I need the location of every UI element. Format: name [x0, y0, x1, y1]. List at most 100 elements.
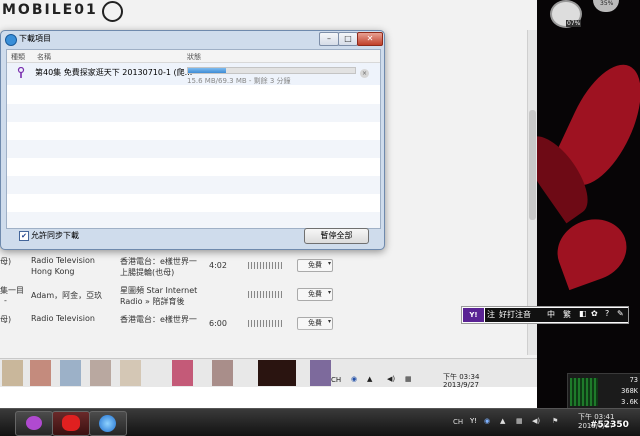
row-artist: Adam，阿金，亞玖	[31, 291, 103, 300]
empty-row	[7, 140, 380, 158]
row-artist: Radio Television	[31, 256, 95, 265]
messenger-icon	[26, 416, 42, 430]
cancel-download-button[interactable]: ×	[360, 69, 369, 78]
empty-row	[7, 122, 380, 140]
pause-all-button[interactable]: 暫停全部	[304, 228, 369, 244]
ime-mode-bar[interactable]: 注 好打注音 中 繁 ◧ ✿ ? ✎	[485, 308, 628, 322]
popularity-bar	[248, 291, 282, 298]
taskbar-app-button[interactable]	[52, 411, 90, 436]
maximize-icon: □	[344, 34, 352, 43]
network-meter-gadget[interactable]: 73 368K 3.6K	[567, 373, 640, 411]
download-progress-bar	[187, 67, 356, 74]
downloads-list[interactable]: 種類 名稱 狀態 第40集 免費探家逛天下 20130710-1 (爬... 1…	[6, 49, 381, 229]
ime-traditional-toggle[interactable]: 繁	[563, 309, 571, 320]
row-artist-line2: Hong Kong	[31, 267, 75, 276]
row-prefix: 母)	[0, 257, 12, 266]
dropdown-icon[interactable]: ▾	[328, 289, 331, 296]
network-icon[interactable]: ▦	[405, 375, 412, 383]
yahoo-ime-icon[interactable]: Y!	[470, 417, 477, 425]
volume-icon[interactable]: ◀)	[387, 375, 395, 383]
ime-toolbar[interactable]: Y! 注 好打注音 中 繁 ◧ ✿ ? ✎	[461, 306, 629, 324]
download-progress-fill	[188, 68, 226, 73]
list-item[interactable]: 集一目 - Adam，阿金，亞玖 星圖頻 Star Internet Radio…	[0, 283, 527, 311]
sync-label[interactable]: 允許同步下載	[31, 230, 79, 241]
list-header: 種類 名稱 狀態	[7, 50, 380, 63]
download-progress-text: 15.6 MB/69.3 MB - 剩餘 3 分鐘	[187, 77, 291, 85]
network-value: 73	[629, 376, 638, 384]
ime-chinese-toggle[interactable]: 中	[547, 309, 555, 320]
row-prefix: 母)	[0, 315, 12, 324]
network-graph	[570, 378, 598, 406]
column-kind[interactable]: 種類	[11, 52, 25, 62]
empty-row	[7, 86, 380, 104]
artwork-thumbnail[interactable]	[212, 360, 233, 386]
row-prefix-line2: -	[4, 296, 7, 305]
row-artist: Radio Television	[31, 314, 95, 323]
row-prefix: 集一目	[0, 286, 24, 295]
downloads-dialog[interactable]: 下載項目 – □ ✕ 種類 名稱 狀態 第40集 免費探家逛天下 2013071…	[0, 30, 385, 250]
download-item[interactable]: 第40集 免費探家逛天下 20130710-1 (爬... 15.6 MB/69…	[7, 63, 380, 85]
ime-logo-icon[interactable]: Y!	[463, 308, 484, 322]
row-album-line2: Radio » 陪詳育後	[120, 297, 185, 306]
ime-tools-icon[interactable]: ✎	[617, 309, 624, 318]
memory-value: 35%	[600, 0, 614, 7]
column-status[interactable]: 狀態	[187, 52, 201, 62]
list-fade	[0, 326, 527, 358]
maximize-button[interactable]: □	[338, 32, 358, 46]
ime-settings-icon[interactable]: ✿	[591, 309, 598, 318]
artwork-thumbnail[interactable]	[258, 360, 296, 386]
empty-row	[7, 104, 380, 122]
minimize-button[interactable]: –	[319, 32, 339, 46]
help-icon[interactable]: ◉	[484, 417, 490, 425]
desktop-wallpaper	[537, 0, 640, 410]
list-item[interactable]: 母) Radio Television Hong Kong 香港電台：e樣世界一…	[0, 254, 527, 282]
inner-language-indicator[interactable]: CH	[331, 376, 341, 384]
help-icon[interactable]: ◉	[351, 375, 357, 383]
close-icon: ✕	[366, 34, 374, 43]
artwork-thumbnail[interactable]	[30, 360, 51, 386]
empty-row	[7, 176, 380, 194]
network-icon[interactable]: ▦	[516, 417, 523, 425]
row-duration: 4:02	[209, 261, 227, 270]
ime-mode-label[interactable]: 注	[487, 309, 495, 320]
cancel-icon: ×	[361, 70, 368, 77]
taskbar-itunes-button[interactable]	[89, 411, 127, 436]
artwork-thumbnail[interactable]	[120, 360, 141, 386]
close-button[interactable]: ✕	[357, 32, 383, 46]
ime-help-icon[interactable]: ?	[605, 309, 609, 318]
artwork-thumbnail[interactable]	[172, 360, 193, 386]
empty-row	[7, 194, 380, 212]
watermark-label: #52350	[590, 420, 629, 430]
network-value: 3.6K	[621, 398, 638, 406]
empty-row	[7, 212, 380, 228]
row-album-line2: 上腸提輪(也母)	[120, 268, 175, 277]
popularity-bar	[248, 262, 282, 269]
taskbar: CH Y! ◉ ▲ ▦ ◀) ⚑ 下午 03:41 2013/9/27	[0, 408, 640, 436]
row-album: 香港電台：e樣世界一	[120, 257, 197, 266]
podcast-icon	[17, 67, 25, 78]
tray-arrow-icon[interactable]: ▲	[367, 375, 372, 383]
app-icon	[5, 34, 17, 46]
volume-icon[interactable]: ◀)	[532, 417, 540, 425]
checkbox-icon: ✔	[21, 232, 27, 240]
dropdown-icon[interactable]: ▾	[328, 318, 331, 325]
dropdown-icon[interactable]: ▾	[328, 260, 331, 267]
cpu-meter-gadget[interactable]: 07% 35%	[548, 0, 640, 28]
download-title: 第40集 免費探家逛天下 20130710-1 (爬...	[35, 68, 193, 77]
language-indicator[interactable]: CH	[453, 418, 463, 426]
flag-icon[interactable]: ⚑	[552, 417, 558, 425]
ime-punct-icon[interactable]: ◧	[579, 309, 587, 318]
taskbar-app-button[interactable]	[15, 411, 53, 436]
column-name[interactable]: 名稱	[37, 52, 51, 62]
itunes-icon	[99, 415, 116, 432]
artwork-thumbnail[interactable]	[2, 360, 23, 386]
artwork-thumbnail[interactable]	[60, 360, 81, 386]
sync-checkbox[interactable]: ✔	[19, 231, 29, 241]
row-album: 星圖頻 Star Internet	[120, 286, 198, 295]
cpu-value: 07%	[566, 20, 582, 27]
dialog-titlebar[interactable]: 下載項目 – □ ✕	[1, 31, 384, 47]
artwork-thumbnail[interactable]	[90, 360, 111, 386]
inner-clock-date[interactable]: 2013/9/27	[443, 381, 479, 389]
tray-arrow-icon[interactable]: ▲	[500, 417, 505, 425]
scrollbar-thumb[interactable]	[529, 110, 536, 220]
